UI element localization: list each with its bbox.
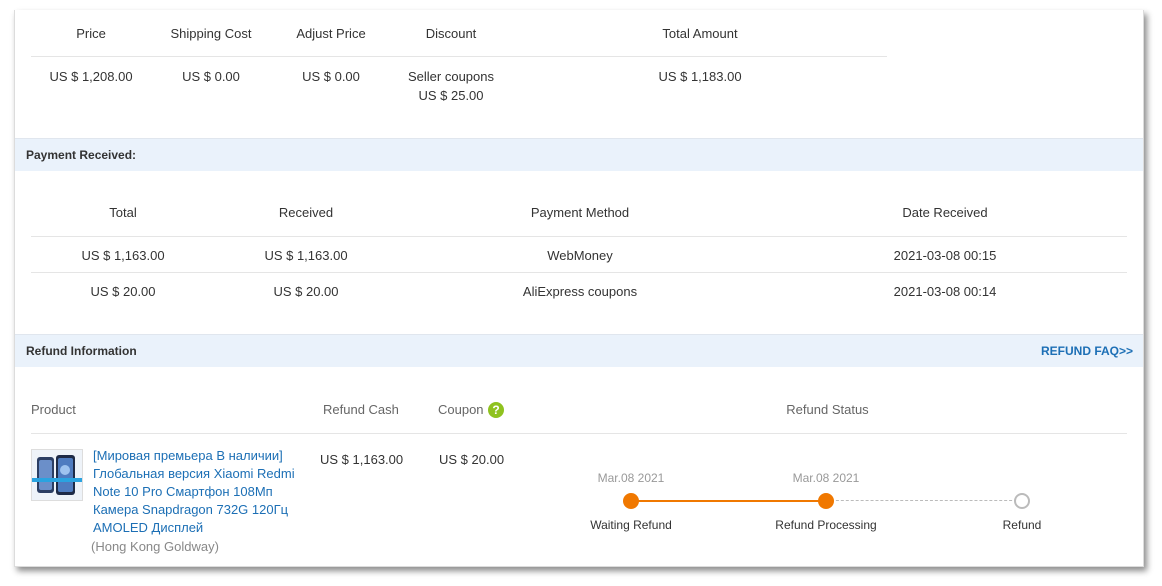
- payment-section-title: Payment Received:: [26, 148, 137, 162]
- product-title-line: AMOLED Дисплей: [93, 520, 204, 535]
- refund-section-title: Refund Information: [26, 344, 137, 358]
- refund-col-coupon: Coupon: [438, 402, 484, 417]
- payment-col-method: Payment Method: [530, 205, 630, 220]
- payment-row-2-method: AliExpress coupons: [522, 284, 638, 299]
- refund-faq-link[interactable]: REFUND FAQ>>: [1041, 344, 1133, 358]
- refund-section-header: Refund Information REFUND FAQ>>: [15, 334, 1143, 367]
- payment-row-2-received: US $ 20.00: [273, 284, 339, 299]
- refund-col-product: Product: [31, 402, 76, 417]
- col-header-adjust: Adjust Price: [296, 26, 366, 41]
- product-title-line: [Мировая премьера В наличии]: [93, 448, 283, 463]
- divider: [31, 236, 1127, 237]
- step-3-dot: [1014, 493, 1030, 509]
- refund-coupon-value: US $ 20.00: [439, 452, 505, 467]
- payment-row-2-date: 2021-03-08 00:14: [893, 284, 997, 299]
- phone-image-icon: [32, 450, 82, 500]
- payment-row-1-received: US $ 1,163.00: [264, 248, 348, 263]
- total-amount-value: US $ 1,183.00: [658, 69, 742, 84]
- shipping-value: US $ 0.00: [182, 69, 240, 84]
- step-1-label: Waiting Refund: [590, 518, 672, 532]
- product-title-line: Глобальная версия Xiaomi Redmi: [93, 466, 295, 481]
- progress-line-done: [631, 500, 826, 502]
- step-3-label: Refund: [1002, 518, 1042, 532]
- divider: [31, 433, 1127, 434]
- payment-col-date: Date Received: [902, 205, 988, 220]
- payment-col-received: Received: [278, 205, 334, 220]
- order-detail-panel: Price Shipping Cost Adjust Price Discoun…: [14, 10, 1144, 567]
- refund-col-cash: Refund Cash: [323, 402, 399, 417]
- product-title-line: Камера Snapdragon 732G 120Гц: [93, 502, 289, 517]
- help-icon[interactable]: ?: [488, 402, 504, 418]
- discount-label: Seller coupons: [408, 69, 494, 84]
- step-2-date: Mar.08 2021: [792, 471, 860, 485]
- step-1-dot: [623, 493, 639, 509]
- price-value: US $ 1,208.00: [49, 69, 133, 84]
- payment-row-2-total: US $ 20.00: [90, 284, 156, 299]
- payment-row-1-method: WebMoney: [547, 248, 613, 263]
- col-header-shipping: Shipping Cost: [170, 26, 252, 41]
- payment-row-1-date: 2021-03-08 00:15: [893, 248, 997, 263]
- payment-row-1-total: US $ 1,163.00: [81, 248, 165, 263]
- step-1-date: Mar.08 2021: [597, 471, 665, 485]
- payment-section-header: Payment Received:: [15, 138, 1143, 171]
- product-title-link[interactable]: [Мировая премьера В наличии] Глобальная …: [93, 447, 308, 537]
- refund-cash-value: US $ 1,163.00: [320, 452, 404, 467]
- payment-col-total: Total: [109, 205, 137, 220]
- col-header-price: Price: [76, 26, 106, 41]
- divider: [31, 56, 887, 57]
- step-2-dot: [818, 493, 834, 509]
- store-name: (Hong Kong Goldway): [91, 539, 219, 554]
- progress-line-pending: [826, 500, 1022, 501]
- product-title-line: Note 10 Pro Смартфон 108Мп: [93, 484, 273, 499]
- divider: [31, 272, 1127, 273]
- discount-value: US $ 25.00: [418, 88, 484, 103]
- product-thumbnail[interactable]: [31, 449, 83, 501]
- col-header-discount: Discount: [425, 26, 477, 41]
- refund-col-status: Refund Status: [786, 402, 869, 417]
- col-header-total-amount: Total Amount: [662, 26, 738, 41]
- adjust-value: US $ 0.00: [302, 69, 360, 84]
- step-2-label: Refund Processing: [775, 518, 877, 532]
